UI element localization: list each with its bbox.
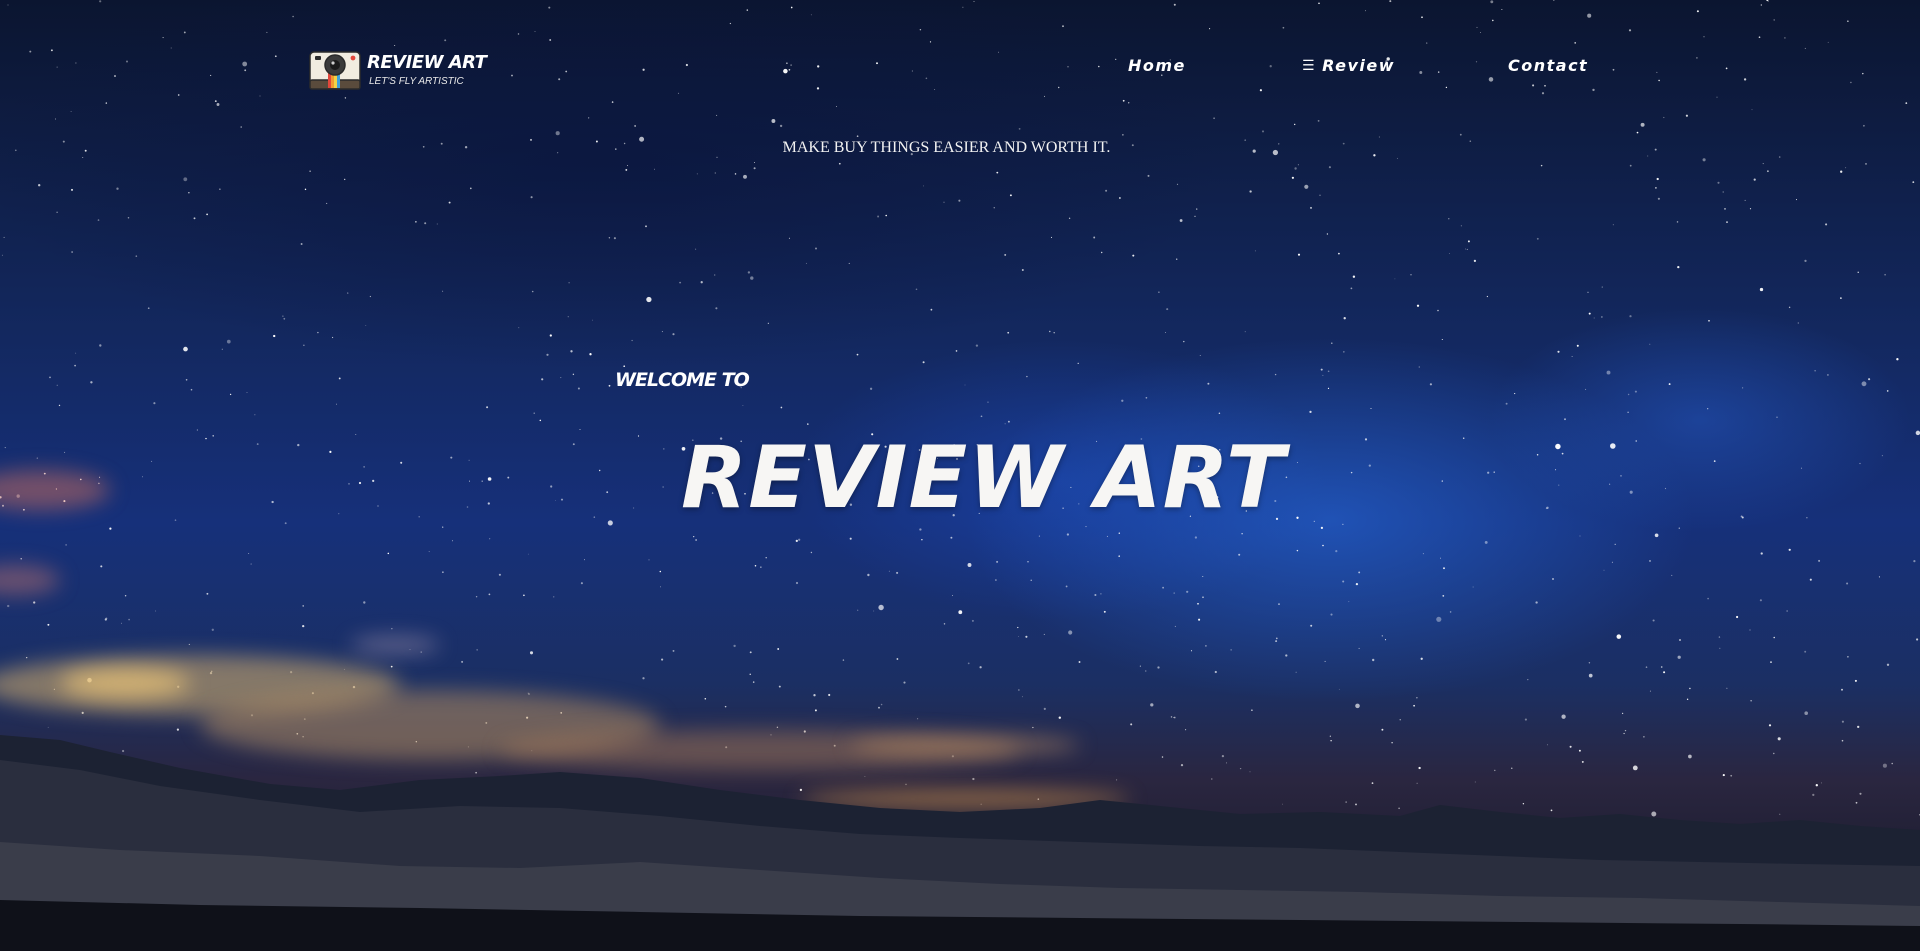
nav-review-label: Review: [1322, 56, 1395, 75]
nav-home-link[interactable]: Home: [1128, 56, 1186, 75]
main-nav: Home ☰ Review Contact: [0, 56, 1920, 78]
hero-welcome-text: WELCOME TO: [615, 369, 750, 391]
hero-title: REVIEW ART: [681, 428, 1286, 528]
hero-background: REVIEW ART LET'S FLY ARTISTIC Home ☰ Rev…: [0, 0, 1920, 951]
nav-contact-link[interactable]: Contact: [1508, 56, 1588, 75]
menu-icon: ☰: [1302, 57, 1317, 74]
nav-home-label: Home: [1128, 56, 1186, 75]
nav-contact-label: Contact: [1508, 56, 1589, 75]
nav-review-link[interactable]: ☰ Review: [1302, 56, 1395, 75]
page-subtitle: MAKE BUY THINGS EASIER AND WORTH IT.: [782, 139, 1111, 156]
